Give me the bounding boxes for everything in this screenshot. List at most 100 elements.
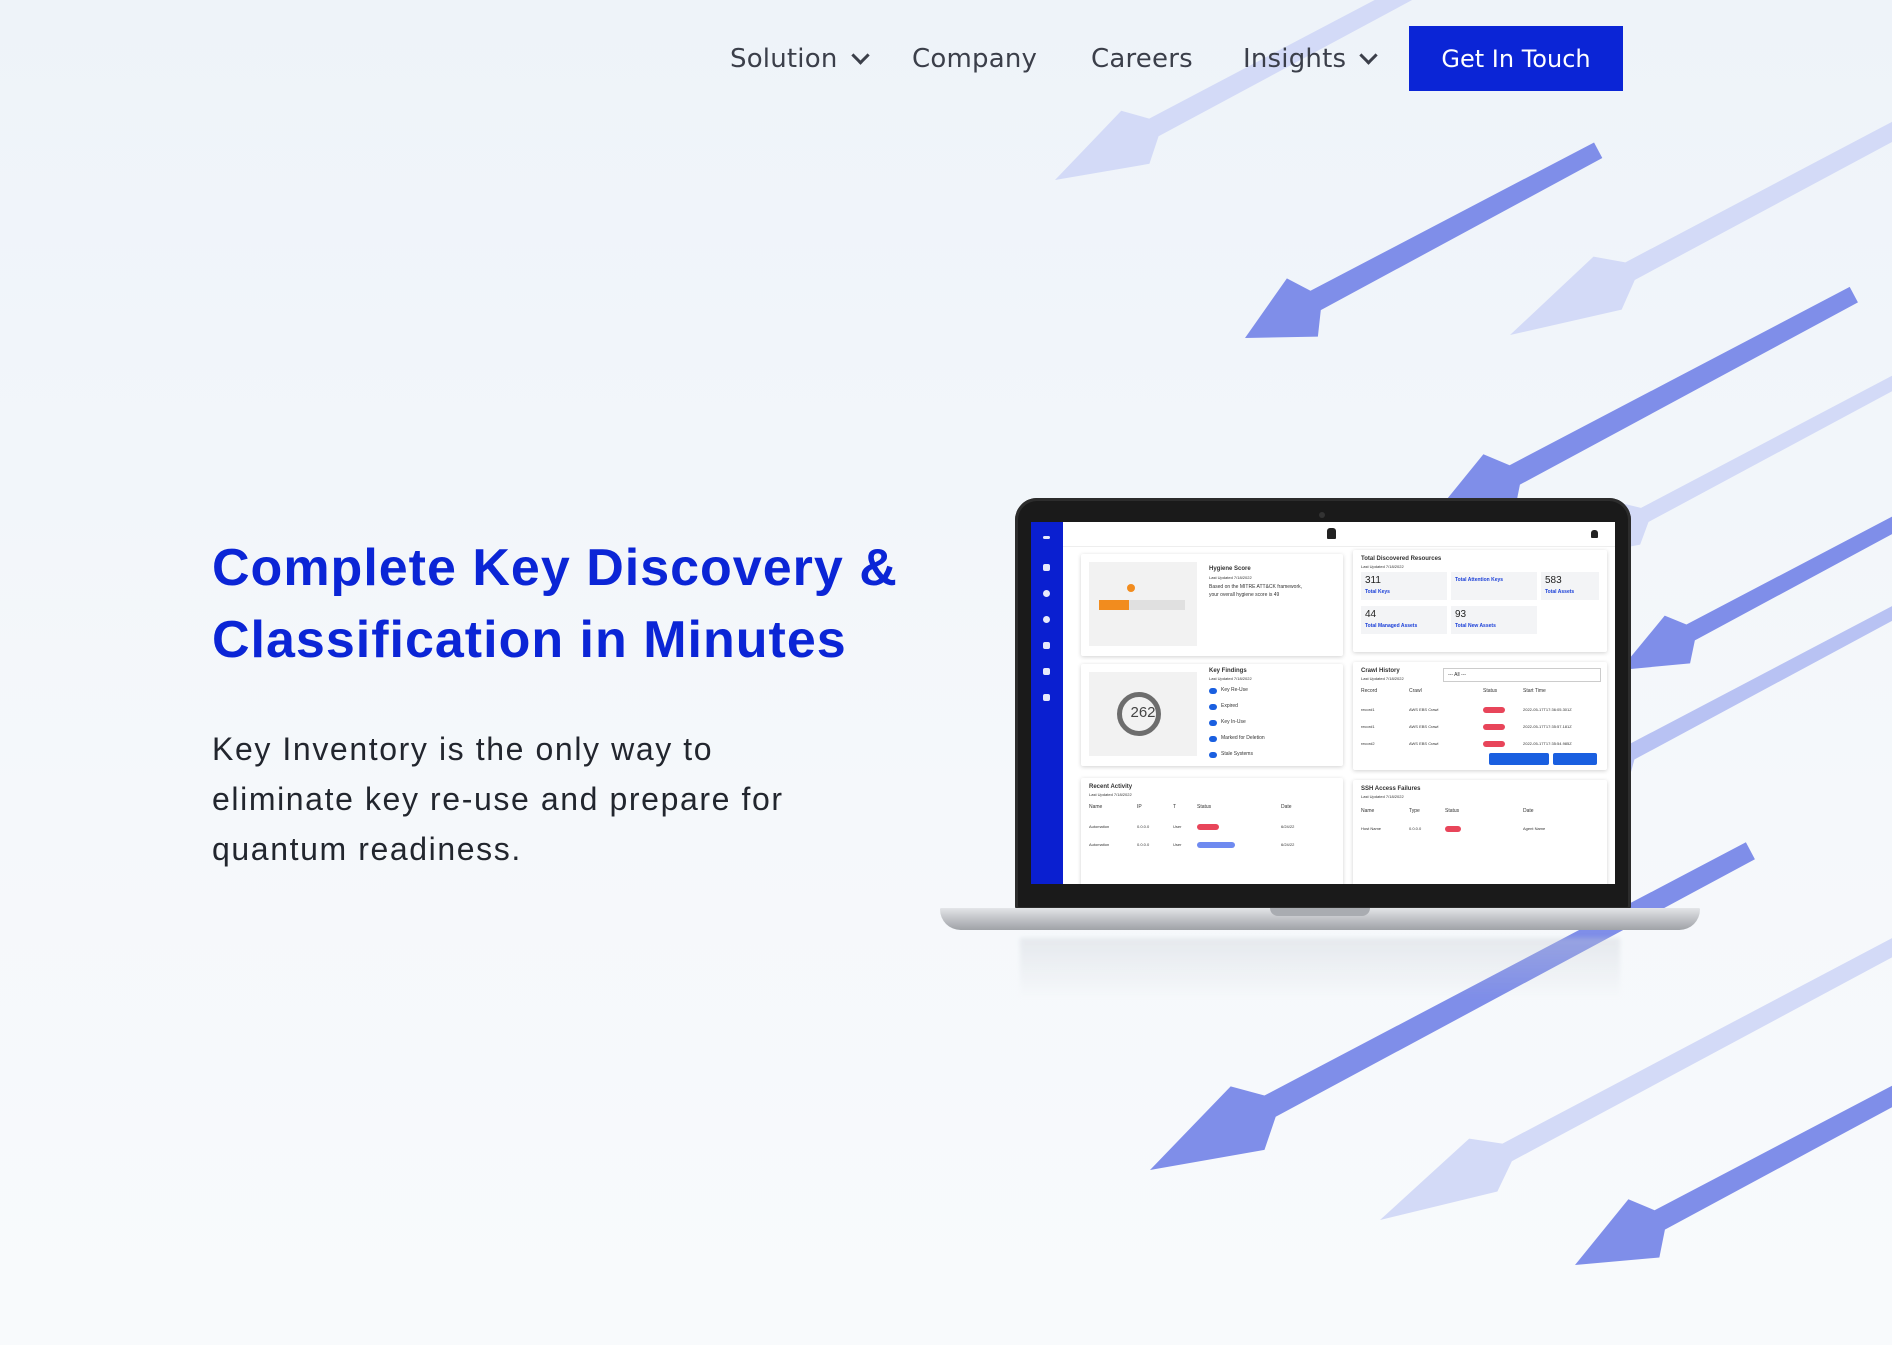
status-badge: [1483, 707, 1505, 713]
stat-value: 583: [1545, 575, 1562, 586]
dashboard-sidebar: [1031, 522, 1063, 884]
settings-icon: [1043, 616, 1050, 623]
column-header: Record: [1361, 688, 1378, 694]
stat-label: Total Keys: [1365, 589, 1390, 595]
column-header: IP: [1137, 804, 1142, 810]
grid-icon: [1043, 642, 1050, 649]
hygiene-bar-track: [1129, 600, 1185, 610]
nav-item-solution[interactable]: Solution: [730, 26, 870, 91]
hygiene-marker: [1127, 584, 1135, 592]
ssh-access-failures-card: SSH Access Failures Last Updated 7/18/20…: [1353, 780, 1607, 884]
column-header: Start Time: [1523, 688, 1546, 694]
card-title: Hygiene Score: [1209, 566, 1251, 572]
nav-item-company[interactable]: Company: [912, 26, 1037, 91]
crawl-record: record1: [1361, 724, 1375, 729]
nav-item-careers[interactable]: Careers: [1091, 26, 1193, 91]
crawl-start: 2022-05-17T17:36:05.301Z: [1523, 707, 1572, 712]
dashboard-screen: Hygiene Score Last Updated 7/18/2022 Bas…: [1031, 522, 1615, 884]
card-updated: Last Updated 7/18/2022: [1361, 676, 1404, 681]
page-title: Complete Key Discovery & Classification …: [212, 532, 972, 676]
laptop-dashboard-mockup: Hygiene Score Last Updated 7/18/2022 Bas…: [940, 498, 1700, 1018]
card-updated: Last Updated 7/18/2022: [1089, 792, 1132, 797]
discovered-resources-card: Total Discovered Resources Last Updated …: [1353, 550, 1607, 652]
column-header: Date: [1523, 808, 1534, 814]
finding-count-badge: [1209, 704, 1217, 710]
view-crawl-history-button[interactable]: [1489, 753, 1549, 765]
document-icon: [1043, 694, 1050, 701]
subtitle-line: eliminate key re-use and prepare for: [212, 781, 784, 817]
camera-dot: [1319, 512, 1325, 518]
activity-date: 6/24/22: [1281, 824, 1295, 829]
card-updated: Last Updated 7/18/2022: [1361, 794, 1404, 799]
stat-total-keys: 311 Total Keys: [1361, 572, 1447, 600]
folder-icon: [1043, 668, 1050, 675]
crawl-record: record1: [1361, 707, 1375, 712]
card-title: Recent Activity: [1089, 784, 1133, 790]
stat-value: 44: [1365, 609, 1377, 620]
column-header: Name: [1361, 808, 1375, 814]
crawl-name: AWS EBS Crawl: [1409, 741, 1439, 746]
crawl-start: 2022-05-17T17:35:54.985Z: [1523, 741, 1572, 746]
nav-item-insights[interactable]: Insights: [1243, 26, 1378, 91]
column-header: T: [1173, 804, 1177, 810]
new-report-button[interactable]: [1553, 753, 1597, 765]
gear-icon: [1043, 590, 1050, 597]
column-header: Date: [1281, 804, 1292, 810]
hygiene-bar-fill: [1099, 600, 1129, 610]
title-line: Classification in Minutes: [212, 611, 847, 669]
crawl-start: 2022-05-17T17:35:57.181Z: [1523, 724, 1572, 729]
activity-name: Automation: [1089, 824, 1110, 829]
finding-item: Stale Systems: [1221, 751, 1253, 757]
column-header: Status: [1483, 688, 1498, 694]
ssh-type: 0.0.0.0: [1409, 826, 1422, 831]
finding-item: Key In-Use: [1221, 719, 1246, 725]
stat-value: 93: [1455, 609, 1467, 620]
nav-item-label: Insights: [1243, 43, 1347, 74]
card-note: Based on the MITRE ATT&CK framework,: [1209, 584, 1302, 590]
card-updated: Last Updated 7/18/2022: [1361, 564, 1404, 569]
column-header: Status: [1445, 808, 1460, 814]
activity-name: Automation: [1089, 842, 1110, 847]
recent-activity-card: Recent Activity Last Updated 7/18/2022 N…: [1081, 778, 1343, 884]
column-header: Name: [1089, 804, 1103, 810]
stat-attention-keys: Total Attention Keys: [1451, 572, 1537, 600]
card-title: Total Discovered Resources: [1361, 556, 1442, 562]
hygiene-chart: [1089, 562, 1197, 646]
subtitle-line: Key Inventory is the only way to: [212, 731, 714, 767]
top-navigation: Solution Company Careers Insights Get In…: [0, 26, 1892, 91]
column-header: Crawl: [1409, 688, 1422, 694]
stat-label: Total New Assets: [1455, 623, 1496, 629]
column-header: Type: [1409, 808, 1420, 814]
card-updated: Last Updated 7/18/2022: [1209, 676, 1252, 681]
finding-count-badge: [1209, 752, 1217, 758]
chevron-down-icon: [850, 46, 870, 65]
crawl-history-card: Crawl History Last Updated 7/18/2022 ---…: [1353, 662, 1607, 770]
crawl-name: AWS EBS Crawl: [1409, 707, 1439, 712]
stat-label: Total Attention Keys: [1455, 577, 1504, 583]
card-title: Key Findings: [1209, 668, 1247, 674]
column-header: Status: [1197, 804, 1212, 810]
stat-new-assets: 93 Total New Assets: [1451, 606, 1537, 634]
logo-icon: [1327, 528, 1336, 539]
bell-icon: [1591, 530, 1598, 538]
finding-count-badge: [1209, 720, 1217, 726]
crawl-filter-select[interactable]: --- All ---: [1443, 668, 1601, 682]
laptop-notch: [1270, 908, 1370, 916]
menu-icon: [1043, 536, 1050, 539]
select-value: --- All ---: [1448, 672, 1467, 678]
finding-item: Marked for Deletion: [1221, 735, 1265, 741]
chevron-down-icon: [1359, 46, 1378, 65]
card-title: Crawl History: [1361, 668, 1400, 674]
crawl-record: record2: [1361, 741, 1375, 746]
finding-count-badge: [1209, 736, 1217, 742]
finding-count-badge: [1209, 688, 1217, 694]
laptop-reflection: [1020, 938, 1620, 998]
stat-total-assets: 583 Total Assets: [1541, 572, 1599, 600]
get-in-touch-button[interactable]: Get In Touch: [1409, 26, 1623, 91]
subtitle-line: quantum readiness.: [212, 831, 522, 867]
card-title: SSH Access Failures: [1361, 786, 1421, 792]
status-badge: [1483, 724, 1505, 730]
stat-label: Total Assets: [1545, 589, 1575, 595]
crawl-name: AWS EBS Crawl: [1409, 724, 1439, 729]
card-note: your overall hygiene score is 49: [1209, 592, 1280, 598]
